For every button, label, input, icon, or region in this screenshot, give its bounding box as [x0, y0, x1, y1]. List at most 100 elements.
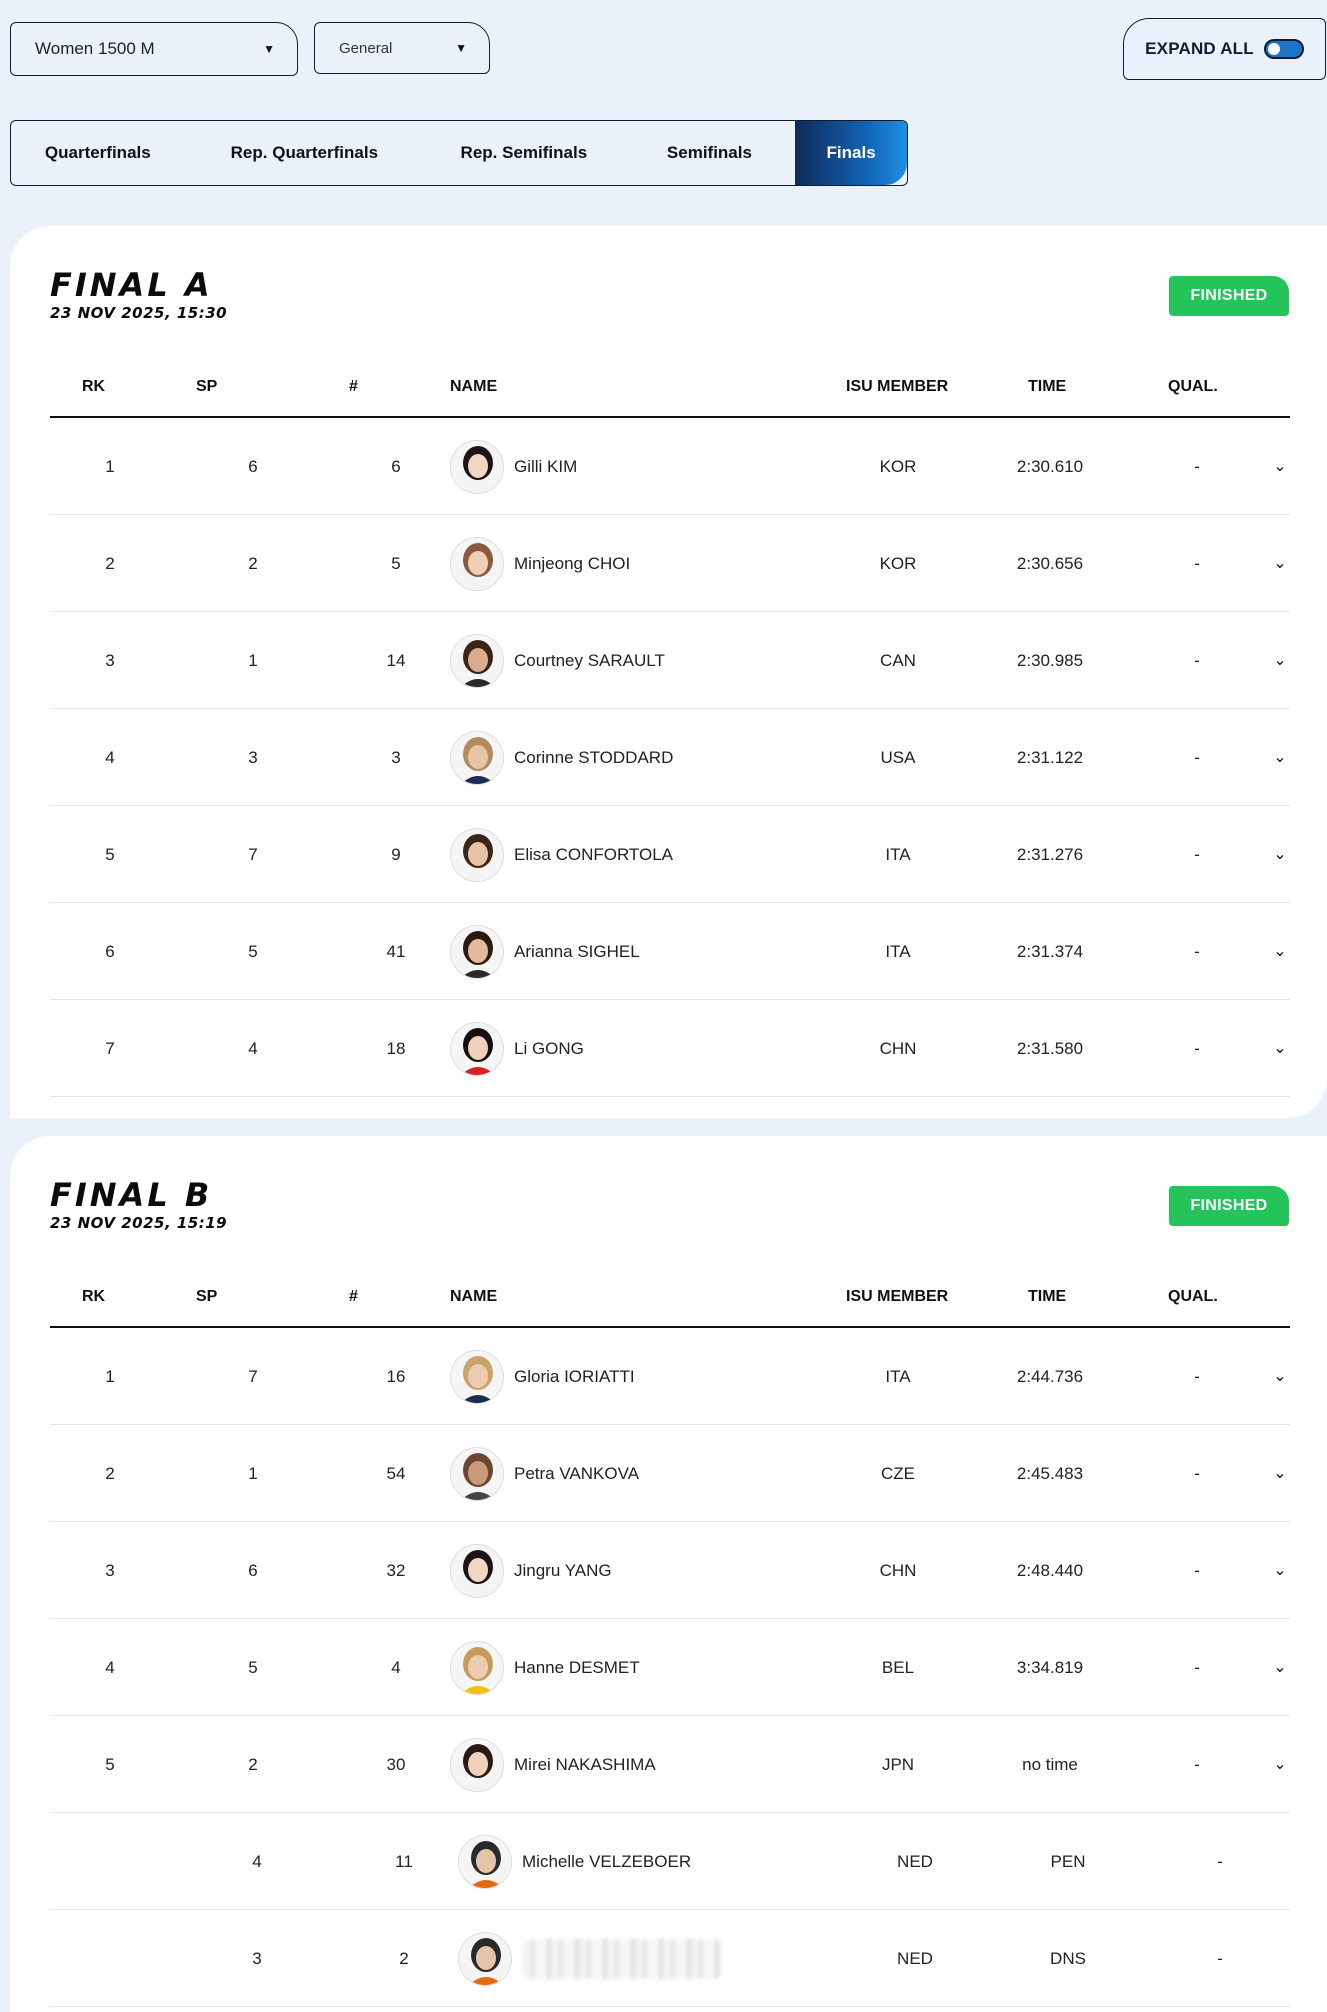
col-header-qual: QUAL. [1168, 1288, 1218, 1305]
time: no time [1022, 1755, 1078, 1774]
athlete[interactable]: Minjeong CHOI [450, 515, 630, 612]
chevron-down-icon[interactable]: ⌄ [1270, 806, 1290, 903]
athlete-name: Michelle VELZEBOER [522, 1852, 692, 1871]
isu-member: NED [897, 1949, 933, 1968]
time: PEN [1050, 1852, 1086, 1871]
tab-quarterfinals[interactable]: Quarterfinals [11, 121, 185, 185]
start-position: 5 [248, 942, 258, 961]
athlete[interactable]: Petra VANKOVA [450, 1425, 639, 1522]
table-row[interactable]: 5 2 30 Mirei NAKASHIMA JPN no time - ⌄ [50, 1716, 1290, 1813]
isu-member: ITA [885, 845, 911, 864]
athlete[interactable]: Gilli KIM [450, 418, 577, 515]
tab-semifinals[interactable]: Semifinals [624, 121, 796, 185]
chevron-down-icon[interactable]: ⌄ [1270, 515, 1290, 612]
athlete-name: Minjeong CHOI [514, 554, 631, 573]
results-table: RK SP # NAME ISU MEMBER TIME QUAL. 1 6 6 Gilli KIM… [50, 356, 1290, 1097]
athlete[interactable]: Corinne STODDARD [450, 709, 673, 806]
start-position: 5 [248, 1658, 258, 1677]
final-a-card: FINAL A 23 NOV 2025, 15:30 FINISHED RK SP… [10, 226, 1327, 1118]
table-row[interactable]: 4 3 3 Corinne STODDARD USA 2:31.122 - ⌄ [50, 709, 1290, 806]
avatar [450, 827, 504, 882]
qualification: - [1194, 1658, 1200, 1677]
athlete[interactable]: Courtney SARAULT [450, 612, 665, 709]
expand-all-label: EXPAND ALL [1145, 39, 1254, 58]
table-row: 4 11 Michelle VELZEBOER NED PEN - [50, 1813, 1290, 1910]
athlete[interactable]: Li GONG [450, 1000, 584, 1097]
athlete-name: Hanne DESMET [514, 1658, 640, 1677]
table-row[interactable]: 6 5 41 Arianna SIGHEL ITA 2:31.374 - ⌄ [50, 903, 1290, 1000]
chevron-down-icon[interactable]: ⌄ [1270, 1328, 1290, 1425]
qualification: - [1194, 1039, 1200, 1058]
table-row[interactable]: 5 7 9 Elisa CONFORTOLA ITA 2:31.276 - ⌄ [50, 806, 1290, 903]
bib-number: 3 [391, 748, 401, 767]
chevron-down-icon[interactable]: ⌄ [1270, 709, 1290, 806]
isu-member: NED [897, 1852, 933, 1871]
qualification: - [1194, 1561, 1200, 1580]
start-position: 2 [248, 1755, 258, 1774]
athlete[interactable]: Jingru YANG [450, 1522, 612, 1619]
col-header-isu-member: ISU MEMBER [846, 378, 949, 395]
time: 2:31.374 [1016, 942, 1084, 961]
isu-member: CZE [881, 1464, 915, 1483]
tab-finals[interactable]: Finals [795, 121, 907, 185]
avatar [450, 1640, 504, 1695]
table-row[interactable]: 2 2 5 Minjeong CHOI KOR 2:30.656 - ⌄ [50, 515, 1290, 612]
col-header-time: TIME [1028, 1288, 1067, 1305]
table-row[interactable]: 4 5 4 Hanne DESMET BEL 3:34.819 - ⌄ [50, 1619, 1290, 1716]
athlete[interactable]: Arianna SIGHEL [450, 903, 640, 1000]
qualification: - [1194, 1755, 1200, 1774]
event-dropdown[interactable]: Women 1500 M ▼ [10, 22, 298, 76]
table-row[interactable]: 1 7 16 Gloria IORIATTI ITA 2:44.736 - ⌄ [50, 1328, 1290, 1425]
qualification: - [1194, 457, 1200, 476]
table-header: RK SP # NAME ISU MEMBER TIME QUAL. [50, 356, 1290, 418]
final-date: 23 NOV 2025, 15:30 [50, 304, 228, 322]
table-row[interactable]: 3 6 32 Jingru YANG CHN 2:48.440 - ⌄ [50, 1522, 1290, 1619]
athlete[interactable]: Mirei NAKASHIMA [450, 1716, 656, 1813]
category-dropdown[interactable]: General ▼ [314, 22, 490, 74]
tab-rep-quarterfinals[interactable]: Rep. Quarterfinals [185, 121, 424, 185]
table-row[interactable]: 1 6 6 Gilli KIM KOR 2:30.610 - ⌄ [50, 418, 1290, 515]
bib-number: 41 [386, 942, 406, 961]
table-row[interactable]: 3 1 14 Courtney SARAULT CAN 2:30.985 - ⌄ [50, 612, 1290, 709]
athlete[interactable]: Elisa CONFORTOLA [450, 806, 673, 903]
athlete-name: Arianna SIGHEL [514, 942, 640, 961]
chevron-down-icon[interactable]: ⌄ [1270, 418, 1290, 515]
athlete[interactable]: Gloria IORIATTI [450, 1328, 635, 1425]
avatar [450, 1021, 504, 1076]
start-position: 7 [248, 1367, 258, 1386]
time: 2:45.483 [1016, 1464, 1084, 1483]
expand-all-toggle[interactable] [1263, 39, 1304, 59]
chevron-down-icon[interactable]: ⌄ [1270, 1000, 1290, 1097]
avatar [450, 1543, 504, 1598]
col-header-isu-member: ISU MEMBER [846, 1288, 949, 1305]
chevron-down-icon[interactable]: ⌄ [1270, 1619, 1290, 1716]
chevron-down-icon[interactable]: ⌄ [1270, 612, 1290, 709]
athlete[interactable]: Michelle VELZEBOER [458, 1813, 691, 1910]
table-row[interactable]: 2 1 54 Petra VANKOVA CZE 2:45.483 - ⌄ [50, 1425, 1290, 1522]
tab-rep-semifinals[interactable]: Rep. Semifinals [424, 121, 624, 185]
rank: 1 [105, 457, 115, 476]
avatar [458, 1931, 512, 1986]
athlete[interactable]: Hanne DESMET [450, 1619, 640, 1716]
chevron-down-icon[interactable]: ⌄ [1270, 1425, 1290, 1522]
chevron-down-icon[interactable]: ⌄ [1270, 903, 1290, 1000]
round-tabs: Quarterfinals Rep. Quarterfinals Rep. Se… [10, 120, 908, 186]
expand-all-control[interactable]: EXPAND ALL [1123, 18, 1326, 80]
table-row[interactable]: 7 4 18 Li GONG CHN 2:31.580 - ⌄ [50, 1000, 1290, 1097]
start-position: 3 [252, 1949, 262, 1968]
chevron-down-icon: ▼ [455, 41, 467, 55]
qualification: - [1217, 1852, 1223, 1871]
avatar [458, 1834, 512, 1889]
time: 2:31.580 [1016, 1039, 1084, 1058]
time: 2:30.610 [1016, 457, 1084, 476]
bib-number: 4 [391, 1658, 401, 1677]
chevron-down-icon[interactable]: ⌄ [1270, 1716, 1290, 1813]
chevron-down-icon[interactable]: ⌄ [1270, 1522, 1290, 1619]
qualification: - [1194, 942, 1200, 961]
rank: 2 [105, 554, 115, 573]
isu-member: CHN [879, 1561, 917, 1580]
time: 2:30.985 [1016, 651, 1084, 670]
col-header-time: TIME [1028, 378, 1067, 395]
athlete[interactable] [458, 1910, 722, 2007]
results-table: RK SP # NAME ISU MEMBER TIME QUAL. 1 7 16 Gloria I… [50, 1266, 1290, 2007]
